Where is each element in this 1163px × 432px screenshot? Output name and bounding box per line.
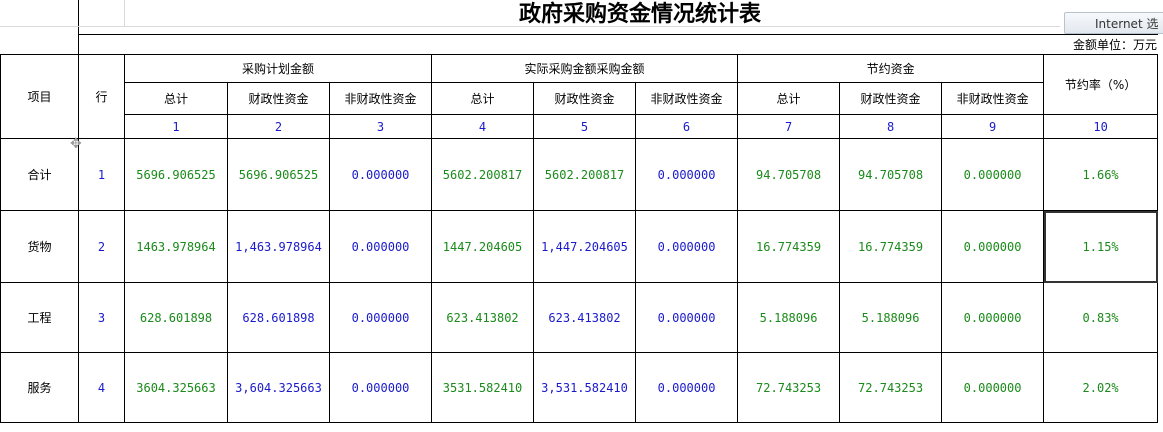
header-item: 项目 [0,54,79,139]
header-rate: 节约率（%） [1043,54,1159,115]
plan-total-cell[interactable]: 5696.906525 [124,138,228,211]
actual-total-cell[interactable]: 623.413802 [431,282,535,353]
header-group-actual: 实际采购金额采购金额 [431,54,739,83]
sheet-title: 政府采购资金情况统计表 [518,1,761,27]
plan-total-cell[interactable]: 1463.978964 [124,210,228,283]
column-number: 7 [737,114,841,139]
actual-fiscal-cell[interactable]: 3,531.582410 [533,352,637,423]
actual-total-cell[interactable]: 5602.200817 [431,138,535,211]
subheader: 总计 [124,82,228,115]
column-number: 10 [1043,114,1159,139]
saving-nonfiscal-cell[interactable]: 0.000000 [941,352,1045,423]
saving-fiscal-cell[interactable]: 72.743253 [839,352,943,423]
row-number[interactable]: 1 [78,138,125,211]
frame-line [78,0,79,54]
subheader: 总计 [431,82,535,115]
row-number[interactable]: 3 [78,282,125,353]
plan-fiscal-cell[interactable]: 628.601898 [227,282,330,353]
saving-fiscal-cell[interactable]: 5.188096 [839,282,943,353]
row-label[interactable]: 服务 [0,352,79,423]
stats-table: 项目 行 采购计划金额 实际采购金额采购金额 节约资金 节约率（%） 总计 财政… [0,54,1159,423]
subheader: 财政性资金 [533,82,637,115]
saving-rate-cell[interactable]: 2.02% [1043,352,1159,423]
saving-fiscal-cell[interactable]: 16.774359 [839,210,943,283]
saving-total-cell[interactable]: 5.188096 [737,282,841,353]
row-number[interactable]: 4 [78,352,125,423]
saving-rate-cell-selected[interactable]: 1.15% [1043,210,1159,283]
plan-nonfiscal-cell[interactable]: 0.000000 [328,138,433,211]
actual-nonfiscal-cell[interactable]: 0.000000 [635,282,739,353]
actual-nonfiscal-cell[interactable]: 0.000000 [635,352,739,423]
row-label[interactable]: 合计 [0,138,79,211]
column-number: 6 [635,114,739,139]
row-label[interactable]: 工程 [0,282,79,353]
browser-tab[interactable]: Internet 选 [1064,12,1163,34]
saving-total-cell[interactable]: 94.705708 [737,138,841,211]
header-group-plan: 采购计划金额 [123,54,433,83]
unit-label: 金额单位：万元 [1072,38,1157,52]
header-group-saving: 节约资金 [737,54,1045,83]
saving-rate-cell[interactable]: 1.66% [1043,138,1159,211]
spreadsheet: 政府采购资金情况统计表 Internet 选 金额单位：万元 项目 行 采购计划… [0,0,1163,432]
subheader: 非财政性资金 [941,82,1045,115]
column-number: 8 [839,114,943,139]
actual-fiscal-cell[interactable]: 623.413802 [533,282,637,353]
saving-nonfiscal-cell[interactable]: 0.000000 [941,138,1045,211]
saving-fiscal-cell[interactable]: 94.705708 [839,138,943,211]
subheader: 总计 [737,82,841,115]
saving-total-cell[interactable]: 72.743253 [737,352,841,423]
grid-line [124,0,125,26]
column-number: 9 [941,114,1045,139]
plan-total-cell[interactable]: 3604.325663 [124,352,228,423]
move-cursor-icon: ✥ [70,136,82,152]
actual-fiscal-cell[interactable]: 5602.200817 [533,138,637,211]
actual-total-cell[interactable]: 1447.204605 [431,210,535,283]
subheader: 财政性资金 [839,82,943,115]
column-number: 1 [124,114,228,139]
subheader: 财政性资金 [227,82,330,115]
saving-total-cell[interactable]: 16.774359 [737,210,841,283]
table-row: 工程 3 628.601898 628.601898 0.000000 623.… [0,282,1159,353]
frame-line [78,34,1158,35]
plan-fiscal-cell[interactable]: 5696.906525 [227,138,330,211]
table-row: 服务 4 3604.325663 3,604.325663 0.000000 3… [0,352,1159,423]
plan-nonfiscal-cell[interactable]: 0.000000 [328,210,433,283]
table-row: 合计 1 5696.906525 5696.906525 0.000000 56… [0,138,1159,211]
table-row: 货物 2 1463.978964 1,463.978964 0.000000 1… [0,210,1159,283]
actual-total-cell[interactable]: 3531.582410 [431,352,535,423]
plan-nonfiscal-cell[interactable]: 0.000000 [328,282,433,353]
subheader: 非财政性资金 [635,82,739,115]
plan-total-cell[interactable]: 628.601898 [124,282,228,353]
column-number: 3 [328,114,433,139]
header-row: 行 [78,54,125,139]
saving-nonfiscal-cell[interactable]: 0.000000 [941,282,1045,353]
column-number: 4 [431,114,535,139]
plan-fiscal-cell[interactable]: 3,604.325663 [227,352,330,423]
row-number[interactable]: 2 [78,210,125,283]
column-number: 2 [227,114,330,139]
actual-fiscal-cell[interactable]: 1,447.204605 [533,210,637,283]
subheader: 非财政性资金 [328,82,433,115]
actual-nonfiscal-cell[interactable]: 0.000000 [635,210,739,283]
plan-nonfiscal-cell[interactable]: 0.000000 [328,352,433,423]
grid-line [0,26,1060,27]
actual-nonfiscal-cell[interactable]: 0.000000 [635,138,739,211]
saving-rate-cell[interactable]: 0.83% [1043,282,1159,353]
plan-fiscal-cell[interactable]: 1,463.978964 [227,210,330,283]
row-label[interactable]: 货物 [0,210,79,283]
column-number: 5 [533,114,637,139]
saving-nonfiscal-cell[interactable]: 0.000000 [941,210,1045,283]
